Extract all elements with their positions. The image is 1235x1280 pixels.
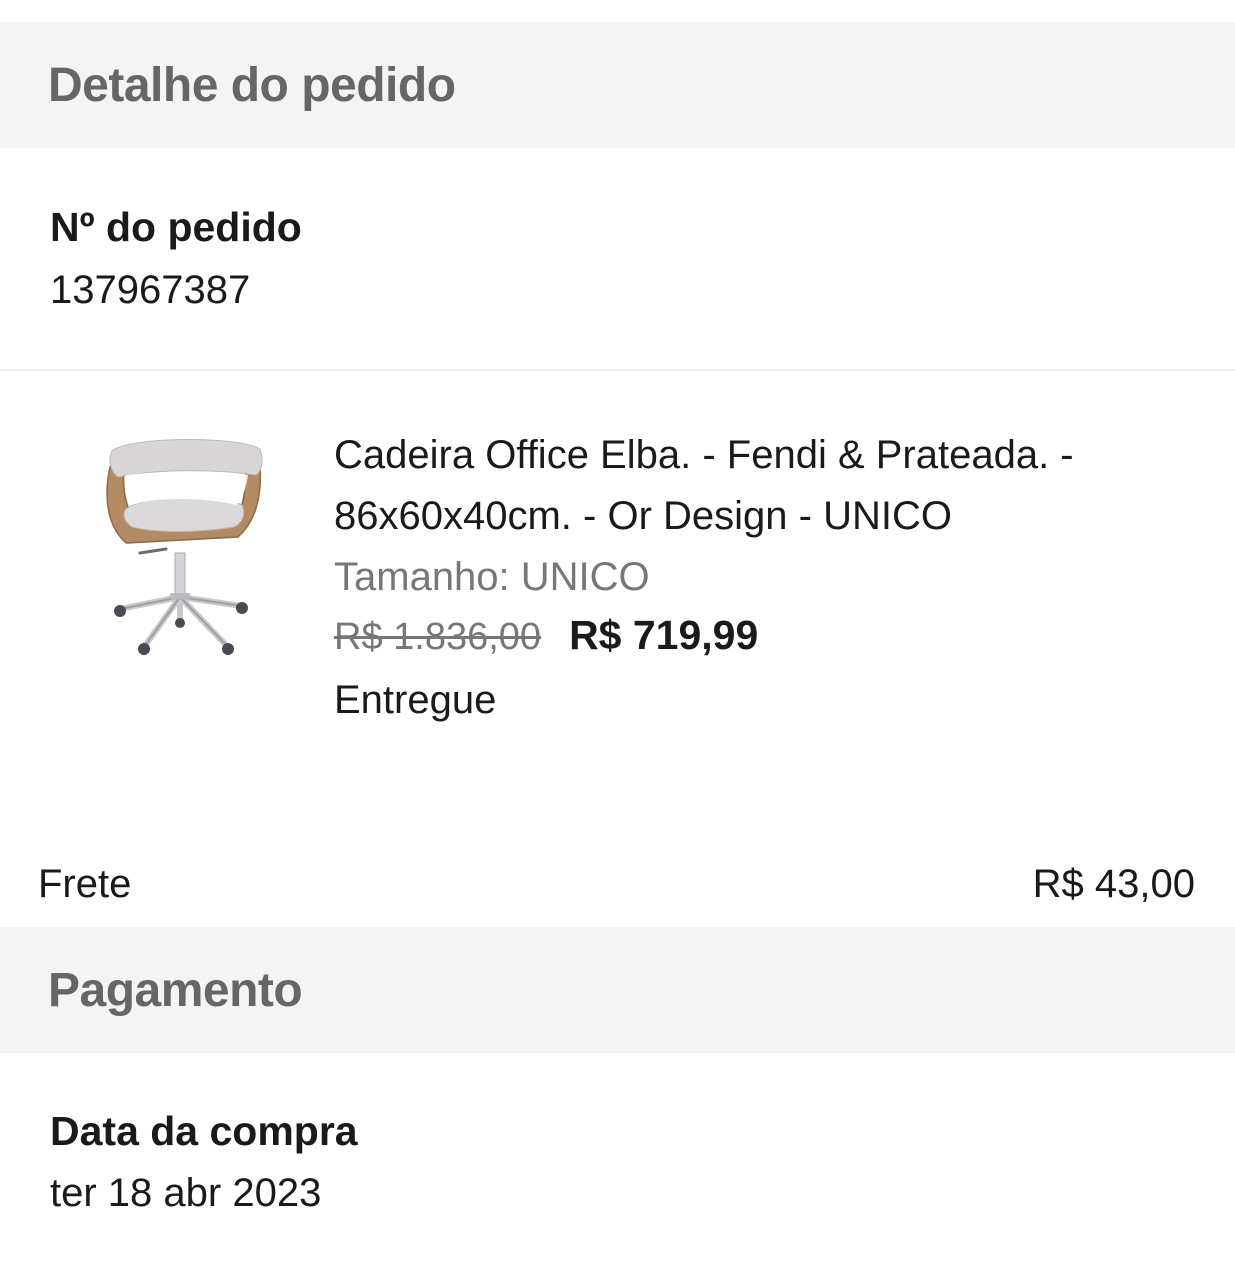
payment-header: Pagamento [0,927,1235,1053]
purchase-date-value: ter 18 abr 2023 [50,1171,322,1215]
order-number-value: 137967387 [50,268,251,312]
order-number-label: Nº do pedido [50,204,302,250]
product-size: Tamanho: UNICO [334,555,650,599]
price-row: R$ 1.836,00 R$ 719,99 [334,612,1194,674]
order-detail-header: Detalhe do pedido [0,22,1235,148]
payment-title: Pagamento [48,963,303,1017]
order-detail-title: Detalhe do pedido [48,58,456,112]
office-chair-image[interactable] [96,425,266,675]
shipping-label: Frete [38,862,132,906]
original-price: R$ 1.836,00 [334,616,542,658]
shipping-value: R$ 43,00 [1032,862,1195,906]
delivery-status: Entregue [334,678,497,722]
current-price: R$ 719,99 [569,612,759,658]
product-info[interactable]: Cadeira Office Elba. - Fendi & Prateada.… [334,425,1194,726]
purchase-date-label: Data da compra [50,1108,358,1154]
section-divider [0,369,1235,371]
product-name[interactable]: Cadeira Office Elba. - Fendi & Prateada.… [334,425,1194,547]
